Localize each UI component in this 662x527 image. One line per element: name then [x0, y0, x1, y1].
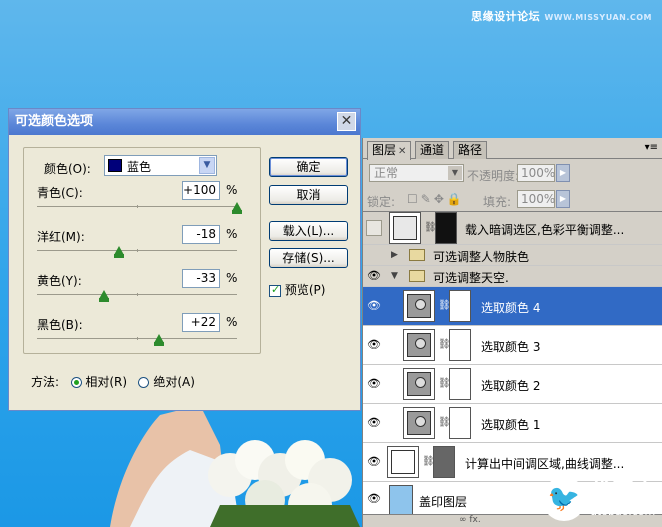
layer-row[interactable]: 👁 ⛓ 选取颜色 4	[363, 287, 662, 326]
opacity-input[interactable]: 100%	[517, 164, 555, 182]
eye-icon[interactable]: 👁	[366, 455, 382, 469]
utobao-logo: 🐦 优图宝 utobao.com	[541, 477, 656, 521]
panel-menu-icon[interactable]: ▾≡	[645, 142, 658, 153]
bride-photo	[110, 405, 360, 527]
yellow-input[interactable]: -33	[182, 269, 220, 288]
selective-color-dialog: 可选颜色选项 ✕ 颜色(O): 蓝色 ▼ 青色(C): +100 % 洋红(M)…	[8, 108, 361, 411]
mask-thumbnail	[449, 290, 471, 322]
visibility-toggle[interactable]	[366, 220, 382, 236]
layer-row[interactable]: ⛓ 载入暗调选区,色彩平衡调整...	[363, 212, 662, 245]
tab-layers[interactable]: 图层 ✕	[367, 141, 412, 160]
slider-magenta: 洋红(M): -18 %	[24, 222, 260, 266]
preview-checkbox[interactable]: ✓ 预览(P)	[269, 281, 325, 298]
folder-icon	[409, 249, 425, 261]
mask-thumbnail	[449, 407, 471, 439]
layer-group[interactable]: ▶ 可选调整人物肤色	[363, 245, 662, 266]
slider-thumb[interactable]	[154, 334, 164, 346]
close-icon[interactable]: ✕	[337, 112, 356, 131]
mask-thumbnail	[449, 329, 471, 361]
chevron-down-icon: ▼	[199, 157, 215, 174]
color-select[interactable]: 蓝色 ▼	[104, 155, 217, 176]
checkbox[interactable]: ✓	[269, 283, 281, 297]
mask-thumbnail	[435, 212, 457, 244]
layer-row[interactable]: 👁 ⛓ 选取颜色 1	[363, 404, 662, 443]
expand-triangle-icon[interactable]: ▶	[391, 250, 398, 260]
mask-thumbnail	[449, 368, 471, 400]
watermark: 思缘设计论坛 WWW.MISSYUAN.COM	[471, 10, 652, 23]
load-button[interactable]: 载入(L)...	[269, 221, 348, 241]
colors-group: 颜色(O): 蓝色 ▼ 青色(C): +100 % 洋红(M): -18 % 黄…	[23, 147, 261, 354]
method-absolute-radio[interactable]	[138, 377, 150, 388]
color-label: 颜色(O):	[44, 162, 91, 176]
folder-icon	[409, 270, 425, 282]
cyan-input[interactable]: +100	[182, 181, 220, 200]
eye-icon[interactable]: 👁	[366, 338, 382, 352]
adjustment-thumbnail	[403, 290, 435, 322]
eye-icon[interactable]: 👁	[366, 492, 382, 506]
eye-icon[interactable]: 👁	[366, 269, 382, 283]
adjustment-thumbnail	[403, 368, 435, 400]
method-relative-radio[interactable]	[70, 377, 82, 388]
slider-black: 黑色(B): +22 %	[24, 310, 260, 354]
color-swatch	[108, 159, 122, 172]
black-input[interactable]: +22	[182, 313, 220, 332]
mask-thumbnail	[433, 446, 455, 478]
layer-row[interactable]: 👁 ⛓ 选取颜色 2	[363, 365, 662, 404]
layer-row[interactable]: 👁 ⛓ 选取颜色 3	[363, 326, 662, 365]
method-group: 方法: 相对(R) 绝对(A)	[31, 375, 195, 389]
fill-input[interactable]: 100%	[517, 190, 555, 208]
eye-icon[interactable]: 👁	[366, 377, 382, 391]
slider-thumb[interactable]	[99, 290, 109, 302]
layer-group[interactable]: 👁 ▼ 可选调整天空.	[363, 266, 662, 287]
slider-thumb[interactable]	[232, 202, 242, 214]
slider-thumb[interactable]	[114, 246, 124, 258]
cancel-button[interactable]: 取消	[269, 185, 348, 205]
magenta-input[interactable]: -18	[182, 225, 220, 244]
panel-tabs: 图层 ✕ 通道 路径 ▾≡	[363, 138, 662, 160]
layer-thumbnail	[389, 485, 413, 517]
layers-panel: 图层 ✕ 通道 路径 ▾≡ 正常 ▼ 不透明度: 100% ▶ 锁定: ☐✎✥🔒 填…	[362, 138, 662, 527]
eye-icon[interactable]: 👁	[366, 416, 382, 430]
curves-thumbnail	[387, 446, 419, 478]
save-button[interactable]: 存储(S)...	[269, 248, 348, 268]
dialog-title: 可选颜色选项 ✕	[9, 109, 360, 135]
blend-row: 正常 ▼ 不透明度: 100% ▶	[367, 162, 658, 184]
collapse-triangle-icon[interactable]: ▼	[391, 271, 398, 281]
tab-paths[interactable]: 路径	[453, 141, 488, 159]
close-icon: ✕	[398, 146, 407, 157]
blend-mode-select[interactable]: 正常 ▼	[369, 164, 464, 182]
adjustment-thumbnail	[403, 407, 435, 439]
lock-row: 锁定: ☐✎✥🔒 填充: 100% ▶	[367, 188, 658, 210]
lock-icons[interactable]: ☐✎✥🔒	[407, 192, 465, 206]
adjustment-thumbnail	[389, 212, 421, 244]
slider-yellow: 黄色(Y): -33 %	[24, 266, 260, 310]
eye-icon[interactable]: 👁	[366, 299, 382, 313]
ok-button[interactable]: 确定	[269, 157, 348, 177]
chevron-down-icon: ▼	[448, 166, 462, 180]
adjustment-thumbnail	[403, 329, 435, 361]
fill-arrow-icon[interactable]: ▶	[556, 190, 570, 208]
opacity-arrow-icon[interactable]: ▶	[556, 164, 570, 182]
bird-icon: 🐦	[541, 477, 586, 521]
tab-channels[interactable]: 通道	[415, 141, 450, 159]
slider-cyan: 青色(C): +100 %	[24, 178, 260, 222]
